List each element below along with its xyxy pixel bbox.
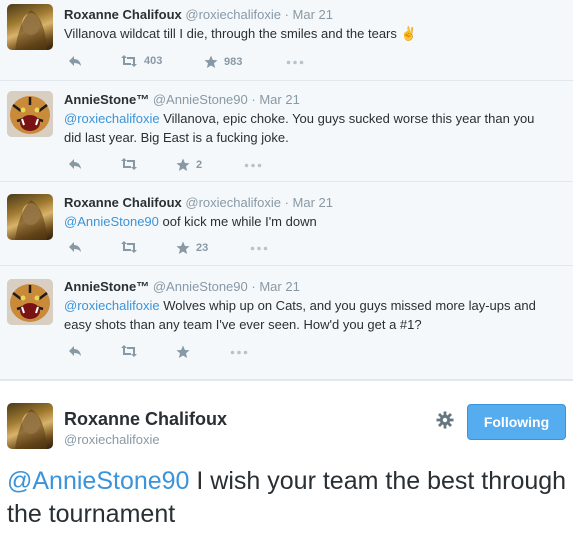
- favorite-icon: [176, 158, 190, 171]
- favorite-button[interactable]: 2: [176, 158, 202, 172]
- reply-icon: [69, 242, 81, 252]
- favorite-count: 23: [196, 242, 209, 254]
- author-name[interactable]: Roxanne Chalifoux: [64, 409, 227, 430]
- mention-link[interactable]: @AnnieStone90: [7, 467, 189, 495]
- reply-icon: [69, 159, 81, 169]
- retweet-icon: [121, 241, 137, 253]
- more-button[interactable]: [250, 246, 268, 251]
- reply-button[interactable]: [68, 55, 82, 67]
- mention-link[interactable]: @roxiechalifoxie: [64, 111, 160, 126]
- retweet-button[interactable]: 403: [120, 55, 162, 67]
- mention-link[interactable]: @AnnieStone90: [64, 214, 159, 229]
- tweet-header: AnnieStone™ @AnnieStone90 · Mar 21: [64, 279, 300, 294]
- author-handle[interactable]: @roxiechalifoxie: [185, 7, 281, 22]
- more-button[interactable]: [244, 163, 262, 168]
- tweet-body: oof kick me while I'm down: [158, 214, 317, 229]
- avatar[interactable]: [7, 91, 53, 137]
- victory-hand-icon: ✌️: [400, 26, 417, 41]
- author-name[interactable]: AnnieStone™: [64, 279, 149, 294]
- tweet-date[interactable]: Mar 21: [293, 7, 333, 22]
- favorite-icon: [176, 241, 190, 254]
- tweet[interactable]: AnnieStone™ @AnnieStone90 · Mar 21 @roxi…: [0, 266, 573, 380]
- mention-link[interactable]: @roxiechalifoxie: [64, 298, 160, 313]
- tweet-text: Villanova wildcat till I die, through th…: [64, 24, 564, 43]
- author-name[interactable]: Roxanne Chalifoux: [64, 7, 182, 22]
- tweet[interactable]: Roxanne Chalifoux @roxiechalifoxie · Mar…: [0, 182, 573, 266]
- favorite-button[interactable]: 983: [204, 55, 242, 69]
- retweet-button[interactable]: [120, 158, 144, 170]
- more-icon: [286, 60, 304, 65]
- more-button[interactable]: [230, 350, 248, 355]
- author-handle[interactable]: @AnnieStone90: [153, 279, 248, 294]
- more-icon: [244, 163, 262, 168]
- main-tweet: Roxanne Chalifoux @roxiechalifoxie Follo…: [0, 380, 573, 535]
- avatar[interactable]: [7, 279, 53, 325]
- reply-button[interactable]: [68, 345, 82, 357]
- tweet-date[interactable]: Mar 21: [259, 279, 299, 294]
- author-handle[interactable]: @roxiechalifoxie: [64, 432, 160, 447]
- separator: ·: [284, 195, 289, 210]
- retweet-button[interactable]: [120, 241, 144, 253]
- favorite-count: 983: [224, 56, 243, 68]
- tweet-date[interactable]: Mar 21: [259, 92, 299, 107]
- reply-icon: [69, 56, 81, 66]
- favorite-count: 2: [196, 159, 203, 171]
- retweet-icon: [121, 158, 137, 170]
- retweet-icon: [121, 55, 137, 67]
- favorite-icon: [176, 345, 190, 358]
- tweet-text: @roxiechalifoxie Wolves whip up on Cats,…: [64, 296, 554, 334]
- following-button[interactable]: Following: [467, 404, 566, 440]
- avatar[interactable]: [7, 403, 53, 449]
- tweet-text: @AnnieStone90 oof kick me while I'm down: [64, 212, 564, 231]
- reply-button[interactable]: [68, 241, 82, 253]
- more-button[interactable]: [286, 60, 304, 65]
- author-handle[interactable]: @roxiechalifoxie: [185, 195, 281, 210]
- tweet-header: AnnieStone™ @AnnieStone90 · Mar 21: [64, 92, 300, 107]
- separator: ·: [284, 7, 289, 22]
- gear-icon: [436, 411, 454, 429]
- separator: ·: [251, 92, 256, 107]
- retweet-icon: [121, 345, 137, 357]
- reply-button[interactable]: [68, 158, 82, 170]
- retweet-button[interactable]: [120, 345, 144, 357]
- retweet-count: 403: [144, 55, 163, 67]
- tweet[interactable]: Roxanne Chalifoux @roxiechalifoxie · Mar…: [0, 0, 573, 81]
- favorite-button[interactable]: [176, 345, 196, 359]
- more-icon: [230, 350, 248, 355]
- tweet-body: Villanova wildcat till I die, through th…: [64, 26, 397, 41]
- author-name[interactable]: Roxanne Chalifoux: [64, 195, 182, 210]
- tweet[interactable]: AnnieStone™ @AnnieStone90 · Mar 21 @roxi…: [0, 81, 573, 182]
- author-handle[interactable]: @AnnieStone90: [153, 92, 248, 107]
- tweet-text: @roxiechalifoxie Villanova, epic choke. …: [64, 109, 554, 147]
- tweet-text: @AnnieStone90 I wish your team the best …: [7, 465, 567, 531]
- author-name[interactable]: AnnieStone™: [64, 92, 149, 107]
- user-actions-button[interactable]: [436, 411, 454, 434]
- tweet-date[interactable]: Mar 21: [293, 195, 333, 210]
- favorite-icon: [204, 55, 218, 68]
- tweet-header: Roxanne Chalifoux @roxiechalifoxie · Mar…: [64, 195, 333, 210]
- favorite-button[interactable]: 23: [176, 241, 208, 255]
- avatar[interactable]: [7, 4, 53, 50]
- tweet-header: Roxanne Chalifoux @roxiechalifoxie · Mar…: [64, 7, 333, 22]
- more-icon: [250, 246, 268, 251]
- separator: ·: [251, 279, 256, 294]
- avatar[interactable]: [7, 194, 53, 240]
- reply-icon: [69, 346, 81, 356]
